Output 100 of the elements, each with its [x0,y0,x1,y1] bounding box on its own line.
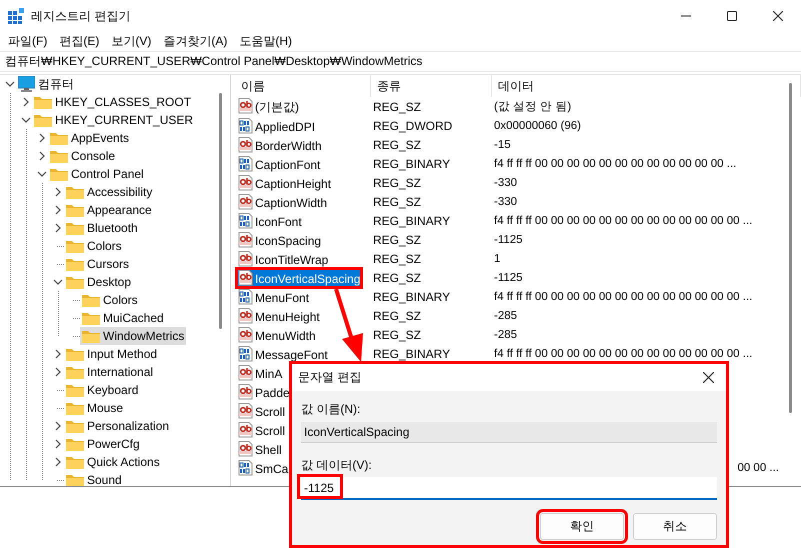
menu-item[interactable]: 도움말(H) [233,33,298,50]
tree-item[interactable]: Accessibility [64,183,154,201]
chevron-down-icon [21,115,31,125]
string-value-icon [238,194,253,210]
scrollbar-thumb[interactable] [219,93,222,329]
tree-item[interactable]: Appearance [64,201,154,219]
value-name[interactable]: MessageFont [237,344,329,362]
string-value-icon [238,308,253,324]
value-data: -15 [494,138,511,150]
tree-item[interactable]: AppEvents [48,129,132,147]
value-name[interactable]: MenuWidth [237,326,317,344]
tree-item[interactable]: WindowMetrics [80,327,186,345]
value-name[interactable]: IconFont [237,212,303,230]
tree-item[interactable]: Control Panel [48,165,146,183]
field-label: 값 데이터(V): [301,456,373,474]
tree-item[interactable]: Bluetooth [64,219,140,237]
tree-item[interactable]: Personalization [64,417,172,435]
menu-item[interactable]: 보기(V) [105,33,158,50]
value-name[interactable]: IconTitleWrap [237,250,330,268]
value-name[interactable]: SmCa [237,458,290,476]
string-value-icon [238,232,253,248]
value-type: REG_BINARY [373,214,450,228]
menu-item[interactable]: 편집(E) [53,33,106,50]
string-value-icon [238,136,253,152]
value-name[interactable]: BorderWidth [237,136,323,154]
value-type: REG_SZ [373,194,422,208]
folder-icon [66,365,84,379]
close-icon [773,11,783,21]
value-name[interactable]: IconVerticalSpacing [237,268,362,286]
tree-item[interactable]: Keyboard [64,381,140,399]
value-name[interactable]: Scroll [237,420,286,438]
chevron-down-icon [53,277,63,287]
menu-item[interactable]: 즐겨찾기(A) [157,33,234,50]
value-data-field[interactable]: -1125 [301,477,717,500]
tree-item[interactable]: International [64,363,156,381]
tree-item[interactable]: Cursors [64,255,132,273]
value-name[interactable]: MinA [237,364,284,382]
chevron-down-icon [5,79,15,89]
tree-item[interactable]: Console [48,147,118,165]
value-name[interactable]: AppliedDPI [237,116,316,134]
column-header[interactable]: 이름 [235,75,371,97]
menu-item[interactable]: 파일(F) [2,33,54,50]
folder-icon [34,95,52,109]
address-field[interactable]: 컴퓨터₩HKEY_CURRENT_USER₩Control Panel₩Desktop₩WindowMetrics [0,52,801,71]
column-header[interactable]: 종류 [371,75,492,97]
folder-icon [66,257,84,271]
folder-icon [66,401,84,415]
value-data: -330 [494,196,518,208]
string-value-icon [238,440,253,456]
value-type: REG_BINARY [373,346,450,360]
tree-item[interactable]: PowerCfg [64,435,142,453]
value-name[interactable]: Scroll [237,402,286,420]
maximize-icon [727,11,737,21]
value-name-field[interactable]: IconVerticalSpacing [301,422,717,443]
folder-icon [66,455,84,469]
string-value-icon [238,364,253,380]
folder-icon [82,329,100,343]
folder-icon [66,347,84,361]
value-name[interactable]: MenuFont [237,288,310,306]
value-name[interactable]: Shell [237,440,283,458]
value-type: REG_SZ [373,328,422,342]
value-data: f4 ff ff ff 00 00 00 00 00 00 00 00 00 00 00 00 00 ... [494,214,752,226]
tree-item[interactable]: Input Method [64,345,160,363]
folder-icon [66,275,84,289]
value-name[interactable]: CaptionFont [237,154,322,172]
value-type: REG_SZ [373,138,422,152]
value-name[interactable]: MenuHeight [237,306,321,324]
string-value-icon [238,402,253,418]
chevron-right-icon [21,97,31,107]
scrollbar-thumb[interactable] [789,83,792,413]
value-name[interactable]: CaptionWidth [237,192,328,210]
value-name[interactable]: IconSpacing [237,230,322,248]
tree-item[interactable]: HKEY_CURRENT_USER [32,111,196,129]
value-type: REG_SZ [373,232,422,246]
dialog-title: 문자열 편집 [298,369,362,386]
value-data: -285 [494,328,518,340]
tree-item[interactable]: Quick Actions [64,453,162,471]
value-name[interactable]: (기본값) [237,96,300,116]
tree-item[interactable]: Colors [80,291,140,309]
folder-icon [66,203,84,217]
tree-item[interactable]: 컴퓨터 [16,75,76,93]
window-title: 레지스트리 편집기 [31,8,130,24]
string-value-icon [238,326,253,342]
tree-item[interactable]: Colors [64,237,124,255]
tree-item[interactable]: MuiCached [80,309,166,327]
tree-item[interactable]: HKEY_CLASSES_ROOT [32,93,194,111]
folder-icon [50,149,68,163]
tree-item[interactable]: Desktop [64,273,134,291]
value-name[interactable]: Padde [237,382,291,400]
value-type: REG_BINARY [373,290,450,304]
binary-value-icon [238,460,253,476]
monitor-icon [18,76,35,92]
dialog-button[interactable]: 취소 [633,513,717,540]
value-type: REG_DWORD [373,118,452,132]
value-name[interactable]: CaptionHeight [237,174,332,192]
value-data: -1125 [494,234,523,246]
folder-icon [50,167,68,181]
tree-item[interactable]: Sound [64,471,124,486]
folder-icon [82,311,100,325]
tree-item[interactable]: Mouse [64,399,126,417]
